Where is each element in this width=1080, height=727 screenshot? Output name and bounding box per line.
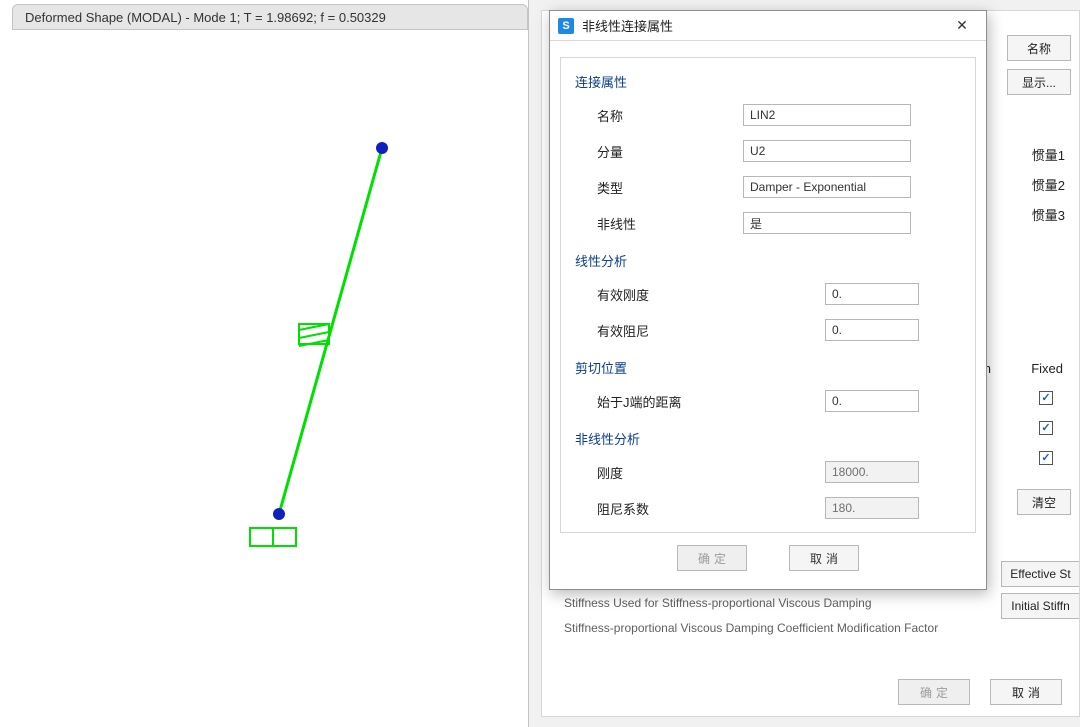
label-type: 类型 — [575, 178, 743, 197]
field-distj[interactable]: 0. — [825, 390, 919, 412]
app-icon: S — [558, 18, 574, 34]
row-distj: 始于J端的距离 0. — [575, 383, 961, 419]
viewport-title-bar: Deformed Shape (MODAL) - Mode 1; T = 1.9… — [12, 4, 528, 30]
dialog-cancel-button[interactable]: 取消 — [789, 545, 859, 571]
field-name[interactable]: LIN2 — [743, 104, 911, 126]
bg-inertia1-label: 惯量1 — [1032, 145, 1065, 164]
bg-effective-stiffness-button[interactable]: Effective St — [1001, 561, 1079, 587]
bg-inertia3-label: 惯量3 — [1032, 205, 1065, 224]
dialog-cancel-label: 取消 — [806, 550, 842, 567]
fixed-check-3[interactable] — [1039, 451, 1053, 465]
row-type: 类型 Damper - Exponential — [575, 169, 961, 205]
section-nonlinear: 非线性分析 — [575, 429, 961, 448]
bg-clear-button[interactable]: 清空 — [1017, 489, 1071, 515]
field-nonlinear[interactable]: 是 — [743, 212, 911, 234]
dialog-title: 非线性连接属性 — [582, 16, 946, 35]
bg-initial-stiffness-label: Initial Stiffn — [1011, 599, 1069, 613]
nonlinear-link-properties-dialog: S 非线性连接属性 ✕ 连接属性 名称 LIN2 分量 U2 类型 Damper… — [549, 10, 987, 590]
field-component[interactable]: U2 — [743, 140, 911, 162]
bg-header-fixed: Fixed — [1031, 361, 1063, 376]
row-nl-cexp: 阻尼指数 0.45 — [575, 526, 961, 533]
section-link-props: 连接属性 — [575, 72, 961, 91]
bg-initial-stiffness-button[interactable]: Initial Stiffn — [1001, 593, 1079, 619]
app-icon-letter: S — [562, 20, 569, 32]
close-icon[interactable]: ✕ — [946, 15, 978, 37]
bg-display-button-label: 显示... — [1022, 74, 1056, 91]
fixed-check-1[interactable] — [1039, 391, 1053, 405]
dialog-ok-button[interactable]: 确定 — [677, 545, 747, 571]
label-distj: 始于J端的距离 — [575, 392, 775, 411]
field-eff-stiff[interactable]: 0. — [825, 283, 919, 305]
bg-name-button[interactable]: 名称 — [1007, 35, 1071, 61]
bg-clear-button-label: 清空 — [1032, 494, 1056, 511]
dialog-body: 连接属性 名称 LIN2 分量 U2 类型 Damper - Exponenti… — [560, 57, 976, 533]
row-nonlinear: 非线性 是 — [575, 205, 961, 241]
row-eff-stiff: 有效刚度 0. — [575, 276, 961, 312]
field-nl-stiff[interactable]: 18000. — [825, 461, 919, 483]
section-shear: 剪切位置 — [575, 358, 961, 377]
bg-inertia2-label: 惯量2 — [1032, 175, 1065, 194]
bg-text-line2: Stiffness-proportional Viscous Damping C… — [564, 621, 938, 635]
field-eff-damp[interactable]: 0. — [825, 319, 919, 341]
dialog-titlebar[interactable]: S 非线性连接属性 ✕ — [550, 11, 986, 41]
underlying-cancel-label: 取消 — [1008, 684, 1044, 701]
bg-effective-stiffness-label: Effective St — [1010, 567, 1070, 581]
label-eff-damp: 有效阻尼 — [575, 321, 743, 340]
row-eff-damp: 有效阻尼 0. — [575, 312, 961, 348]
label-nl-stiff: 刚度 — [575, 463, 743, 482]
row-name: 名称 LIN2 — [575, 97, 961, 133]
bg-display-button[interactable]: 显示... — [1007, 69, 1071, 95]
label-nl-ccoef: 阻尼系数 — [575, 499, 743, 518]
bg-text-line1: Stiffness Used for Stiffness-proportiona… — [564, 596, 872, 610]
section-linear: 线性分析 — [575, 251, 961, 270]
underlying-ok-button[interactable]: 确定 — [898, 679, 970, 705]
row-nl-ccoef: 阻尼系数 180. — [575, 490, 961, 526]
label-component: 分量 — [575, 142, 743, 161]
label-name: 名称 — [575, 106, 743, 125]
bg-name-button-label: 名称 — [1027, 40, 1051, 57]
row-component: 分量 U2 — [575, 133, 961, 169]
underlying-ok-label: 确定 — [916, 684, 952, 701]
field-type[interactable]: Damper - Exponential — [743, 176, 911, 198]
underlying-cancel-button[interactable]: 取消 — [990, 679, 1062, 705]
dialog-footer: 确定 取消 — [550, 545, 986, 577]
viewport-title-text: Deformed Shape (MODAL) - Mode 1; T = 1.9… — [25, 10, 386, 25]
label-nonlinear: 非线性 — [575, 214, 743, 233]
label-eff-stiff: 有效刚度 — [575, 285, 743, 304]
fixed-check-2[interactable] — [1039, 421, 1053, 435]
model-viewport: Deformed Shape (MODAL) - Mode 1; T = 1.9… — [0, 0, 528, 727]
dialog-ok-label: 确定 — [694, 550, 730, 567]
row-nl-stiff: 刚度 18000. — [575, 454, 961, 490]
field-nl-ccoef[interactable]: 180. — [825, 497, 919, 519]
model-canvas[interactable] — [0, 30, 528, 727]
